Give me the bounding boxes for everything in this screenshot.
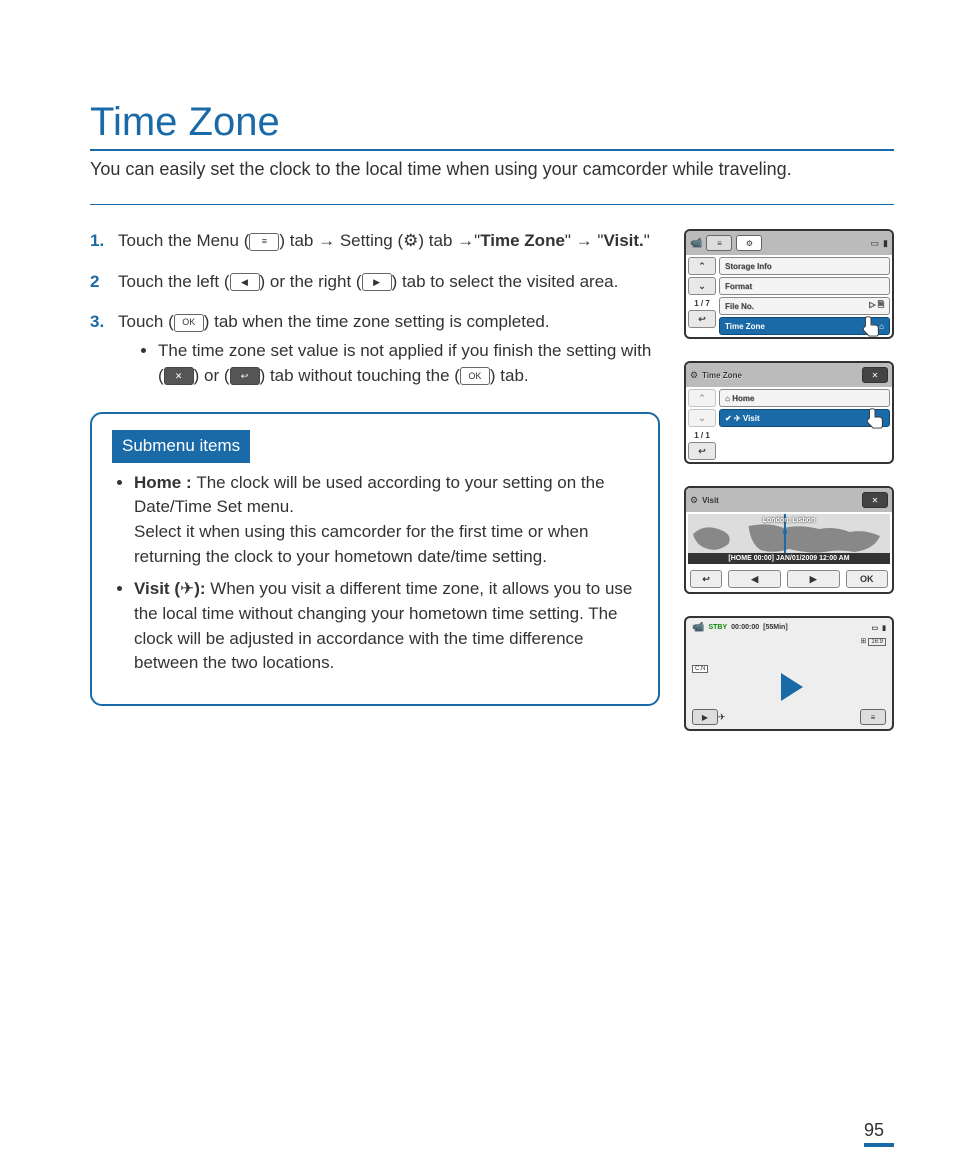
- close-icon: ✕: [164, 367, 194, 385]
- return-button[interactable]: ↩: [690, 570, 722, 588]
- gear-icon: ⚙: [403, 231, 418, 250]
- arrow-right-icon: →: [457, 231, 474, 250]
- up-button[interactable]: ⌃: [688, 257, 716, 275]
- submenu-home: Home : The clock will be used according …: [134, 471, 638, 570]
- screen-standby: 📹 STBY 00:00:00 [55Min] ▭ ▮ ⊞ 16:9 C.N: [684, 616, 894, 731]
- ok-icon: OK: [460, 367, 490, 385]
- right-button[interactable]: ▶: [787, 570, 840, 588]
- cn-indicator: C.N: [692, 665, 708, 673]
- step-3-note: The time zone set value is not applied i…: [158, 339, 660, 388]
- play-indicator-icon: [781, 673, 803, 701]
- plane-icon: ✈: [180, 579, 194, 598]
- gear-icon: ⚙: [690, 495, 698, 506]
- screenshots-column: 📹 ≡ ⚙ ▭ ▮ ⌃ ⌄ 1 / 7 ↩ Storage Info: [684, 229, 894, 731]
- menu-icon: ≡: [249, 233, 279, 251]
- down-button[interactable]: ⌄: [688, 409, 716, 427]
- ok-button[interactable]: OK: [846, 570, 888, 588]
- settings-tab[interactable]: ⚙: [736, 235, 762, 251]
- home-icon: ⌂: [725, 394, 732, 403]
- step-2-number: 2: [90, 270, 99, 295]
- screen-visit-map: ⚙ Visit ✕ London, Lisbon [HOME 00:00]: [684, 486, 894, 594]
- home-time-bar: [HOME 00:00] JAN/01/2009 12:00 AM: [688, 553, 890, 564]
- submenu-visit: Visit (✈): When you visit a different ti…: [134, 577, 638, 676]
- step-3-number: 3.: [90, 310, 104, 335]
- right-icon: ▶: [362, 273, 392, 291]
- battery-icon: ▮: [883, 238, 888, 249]
- screen-settings-list: 📹 ≡ ⚙ ▭ ▮ ⌃ ⌄ 1 / 7 ↩ Storage Info: [684, 229, 894, 339]
- left-button[interactable]: ◀: [728, 570, 781, 588]
- record-time: 00:00:00: [731, 624, 759, 631]
- battery-icon: ▮: [882, 624, 886, 632]
- plane-icon: ✈: [718, 712, 726, 723]
- divider: [90, 204, 894, 205]
- step-1-number: 1.: [90, 229, 104, 254]
- item-storage-info[interactable]: Storage Info: [719, 257, 890, 275]
- return-button[interactable]: ↩: [688, 442, 716, 460]
- screen3-title: Visit: [702, 496, 719, 505]
- step-2: 2 Touch the left (◀) or the right (▶) ta…: [90, 270, 660, 295]
- item-time-zone[interactable]: Time Zone▶ ⌂: [719, 317, 890, 335]
- steps-column: 1. Touch the Menu (≡) tab → Setting (⚙) …: [90, 229, 660, 706]
- screen2-title: Time Zone: [702, 371, 742, 380]
- sd-icon: ▭: [871, 238, 880, 249]
- camera-icon: 📹: [690, 238, 702, 249]
- gear-icon: ⚙: [690, 370, 698, 381]
- arrow-indicator-icon: ▶ ⌂: [871, 322, 884, 331]
- sd-icon: ▭: [872, 624, 879, 632]
- return-icon: ↩: [230, 367, 260, 385]
- screen2-header: ⚙ Time Zone ✕: [686, 363, 892, 387]
- screen1-header: 📹 ≡ ⚙ ▭ ▮: [686, 231, 892, 255]
- item-format[interactable]: Format: [719, 277, 890, 295]
- world-map: London, Lisbon [HOME 00:00] JAN/01/2009 …: [688, 514, 890, 564]
- arrow-indicator-icon: ▷ 🗎: [869, 299, 884, 313]
- remaining-time: [55Min]: [763, 624, 788, 631]
- menu-button[interactable]: ≡: [860, 709, 886, 725]
- page-indicator: 1 / 1: [688, 431, 716, 440]
- step-3: 3. Touch (OK) tab when the time zone set…: [90, 310, 660, 388]
- down-button[interactable]: ⌄: [688, 277, 716, 295]
- close-button[interactable]: ✕: [862, 492, 888, 508]
- city-label: London, Lisbon: [763, 517, 816, 524]
- item-visit[interactable]: ✔ ✈ Visit: [719, 409, 890, 427]
- arrow-right-icon: →: [318, 231, 335, 250]
- quality-icon: ⊞: [860, 638, 866, 645]
- return-button[interactable]: ↩: [688, 310, 716, 328]
- page-title: Time Zone: [90, 100, 894, 151]
- item-home[interactable]: ⌂ Home: [719, 389, 890, 407]
- arrow-right-icon: →: [576, 231, 593, 250]
- left-icon: ◀: [230, 273, 260, 291]
- ok-icon: OK: [174, 314, 204, 332]
- camera-icon: 📹: [692, 622, 704, 633]
- screen-time-zone-submenu: ⚙ Time Zone ✕ ⌃ ⌄ 1 / 1 ↩ ⌂ Home ✔ ✈ Vis…: [684, 361, 894, 464]
- up-button[interactable]: ⌃: [688, 389, 716, 407]
- intro-text: You can easily set the clock to the loca…: [90, 159, 894, 180]
- playback-button[interactable]: ▶: [692, 709, 718, 725]
- page-number: 95: [864, 1120, 894, 1147]
- step-1: 1. Touch the Menu (≡) tab → Setting (⚙) …: [90, 229, 660, 254]
- item-file-no[interactable]: File No.▷ 🗎: [719, 297, 890, 315]
- submenu-label: Submenu items: [112, 430, 250, 463]
- submenu-box: Submenu items Home : The clock will be u…: [90, 412, 660, 706]
- menu-tab[interactable]: ≡: [706, 235, 732, 251]
- stby-label: STBY: [708, 624, 727, 631]
- plane-icon: ✈: [734, 414, 743, 423]
- close-button[interactable]: ✕: [862, 367, 888, 383]
- screen3-header: ⚙ Visit ✕: [686, 488, 892, 512]
- page-indicator: 1 / 7: [688, 299, 716, 308]
